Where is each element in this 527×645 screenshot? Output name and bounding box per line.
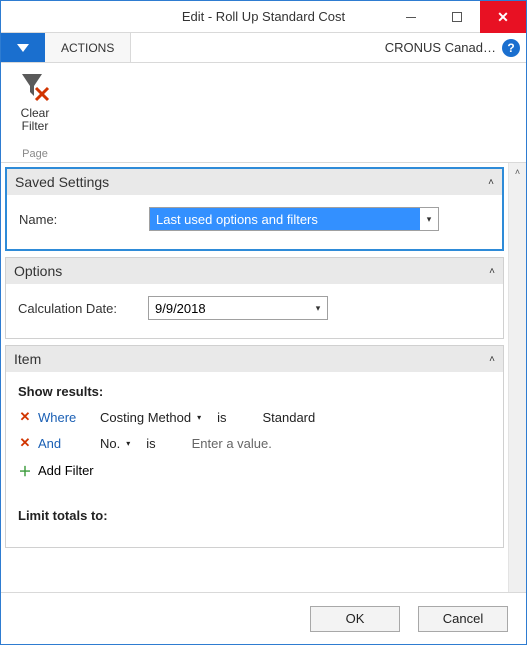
chevron-down-icon: ▾ — [126, 439, 130, 448]
name-combobox-value: Last used options and filters — [150, 208, 420, 230]
calc-date-label: Calculation Date: — [18, 301, 148, 316]
chevron-down-icon: ▾ — [420, 214, 438, 225]
scroll-up-icon[interactable]: ˄ — [509, 163, 526, 181]
chevron-down-icon — [17, 44, 29, 52]
filter-field-dropdown[interactable]: Costing Method ▾ — [100, 410, 201, 425]
remove-filter-icon[interactable]: ✕ — [18, 409, 32, 425]
filter-row: ✕ And No. ▾ is Enter a value. — [18, 435, 491, 451]
close-icon: ✕ — [497, 9, 509, 26]
minimize-icon — [406, 12, 416, 22]
section-header-item[interactable]: Item ˄ — [6, 346, 503, 372]
clear-filter-button[interactable] — [17, 69, 53, 105]
file-menu-dropdown[interactable] — [1, 33, 45, 62]
tab-actions[interactable]: ACTIONS — [45, 33, 131, 62]
company-indicator: CRONUS Canad… ? — [385, 33, 526, 62]
section-header-options[interactable]: Options ˄ — [6, 258, 503, 284]
clear-filter-label: Clear Filter — [21, 107, 50, 133]
calc-date-value: 9/9/2018 — [149, 297, 309, 319]
chevron-up-icon: ˄ — [489, 354, 495, 365]
titlebar: Edit - Roll Up Standard Cost ✕ — [1, 1, 526, 33]
footer: OK Cancel — [1, 592, 526, 644]
chevron-up-icon: ˄ — [488, 177, 494, 188]
calc-date-combobox[interactable]: 9/9/2018 ▾ — [148, 296, 328, 320]
filter-conjunction[interactable]: And — [38, 436, 94, 451]
ribbon-toolbar: Clear Filter Page — [1, 63, 526, 163]
window-title: Edit - Roll Up Standard Cost — [182, 9, 345, 24]
ribbon-bar: ACTIONS CRONUS Canad… ? — [1, 33, 526, 63]
add-filter-button[interactable]: ＋ Add Filter — [18, 461, 491, 480]
maximize-button[interactable] — [434, 1, 480, 33]
chevron-down-icon: ▾ — [197, 413, 201, 422]
minimize-button[interactable] — [388, 1, 434, 33]
vertical-scrollbar[interactable]: ˄ — [508, 163, 526, 592]
add-filter-label: Add Filter — [38, 463, 94, 478]
show-results-label: Show results: — [18, 384, 491, 399]
chevron-up-icon: ˄ — [489, 266, 495, 277]
filter-operator: is — [217, 410, 226, 425]
section-item: Item ˄ Show results: ✕ Where Costing Met… — [5, 345, 504, 548]
section-title-item: Item — [14, 351, 41, 367]
tool-section-label: Page — [5, 144, 65, 160]
tool-group-page: Clear Filter Page — [5, 69, 65, 160]
window-frame: Edit - Roll Up Standard Cost ✕ ACTIONS C… — [0, 0, 527, 645]
limit-totals-label: Limit totals to: — [18, 508, 491, 523]
company-name: CRONUS Canad… — [385, 40, 496, 55]
plus-icon: ＋ — [18, 461, 32, 480]
name-combobox[interactable]: Last used options and filters ▾ — [149, 207, 439, 231]
maximize-icon — [452, 12, 462, 22]
filter-value-placeholder[interactable]: Enter a value. — [192, 436, 272, 451]
name-label: Name: — [19, 212, 149, 227]
filter-field-dropdown[interactable]: No. ▾ — [100, 436, 130, 451]
chevron-down-icon: ▾ — [309, 303, 327, 314]
section-title-saved-settings: Saved Settings — [15, 174, 109, 190]
funnel-clear-icon — [18, 70, 52, 104]
body-area: Saved Settings ˄ Name: Last used options… — [1, 163, 526, 592]
filter-value[interactable]: Standard — [262, 410, 315, 425]
close-button[interactable]: ✕ — [480, 1, 526, 33]
window-controls: ✕ — [388, 1, 526, 32]
remove-filter-icon[interactable]: ✕ — [18, 435, 32, 451]
cancel-button[interactable]: Cancel — [418, 606, 508, 632]
help-icon[interactable]: ? — [502, 39, 520, 57]
ok-button[interactable]: OK — [310, 606, 400, 632]
filter-conjunction[interactable]: Where — [38, 410, 94, 425]
section-header-saved-settings[interactable]: Saved Settings ˄ — [7, 169, 502, 195]
filter-operator: is — [146, 436, 155, 451]
section-saved-settings: Saved Settings ˄ Name: Last used options… — [5, 167, 504, 251]
section-options: Options ˄ Calculation Date: 9/9/2018 ▾ — [5, 257, 504, 339]
body-content: Saved Settings ˄ Name: Last used options… — [1, 163, 508, 592]
section-title-options: Options — [14, 263, 62, 279]
filter-row: ✕ Where Costing Method ▾ is Standard — [18, 409, 491, 425]
